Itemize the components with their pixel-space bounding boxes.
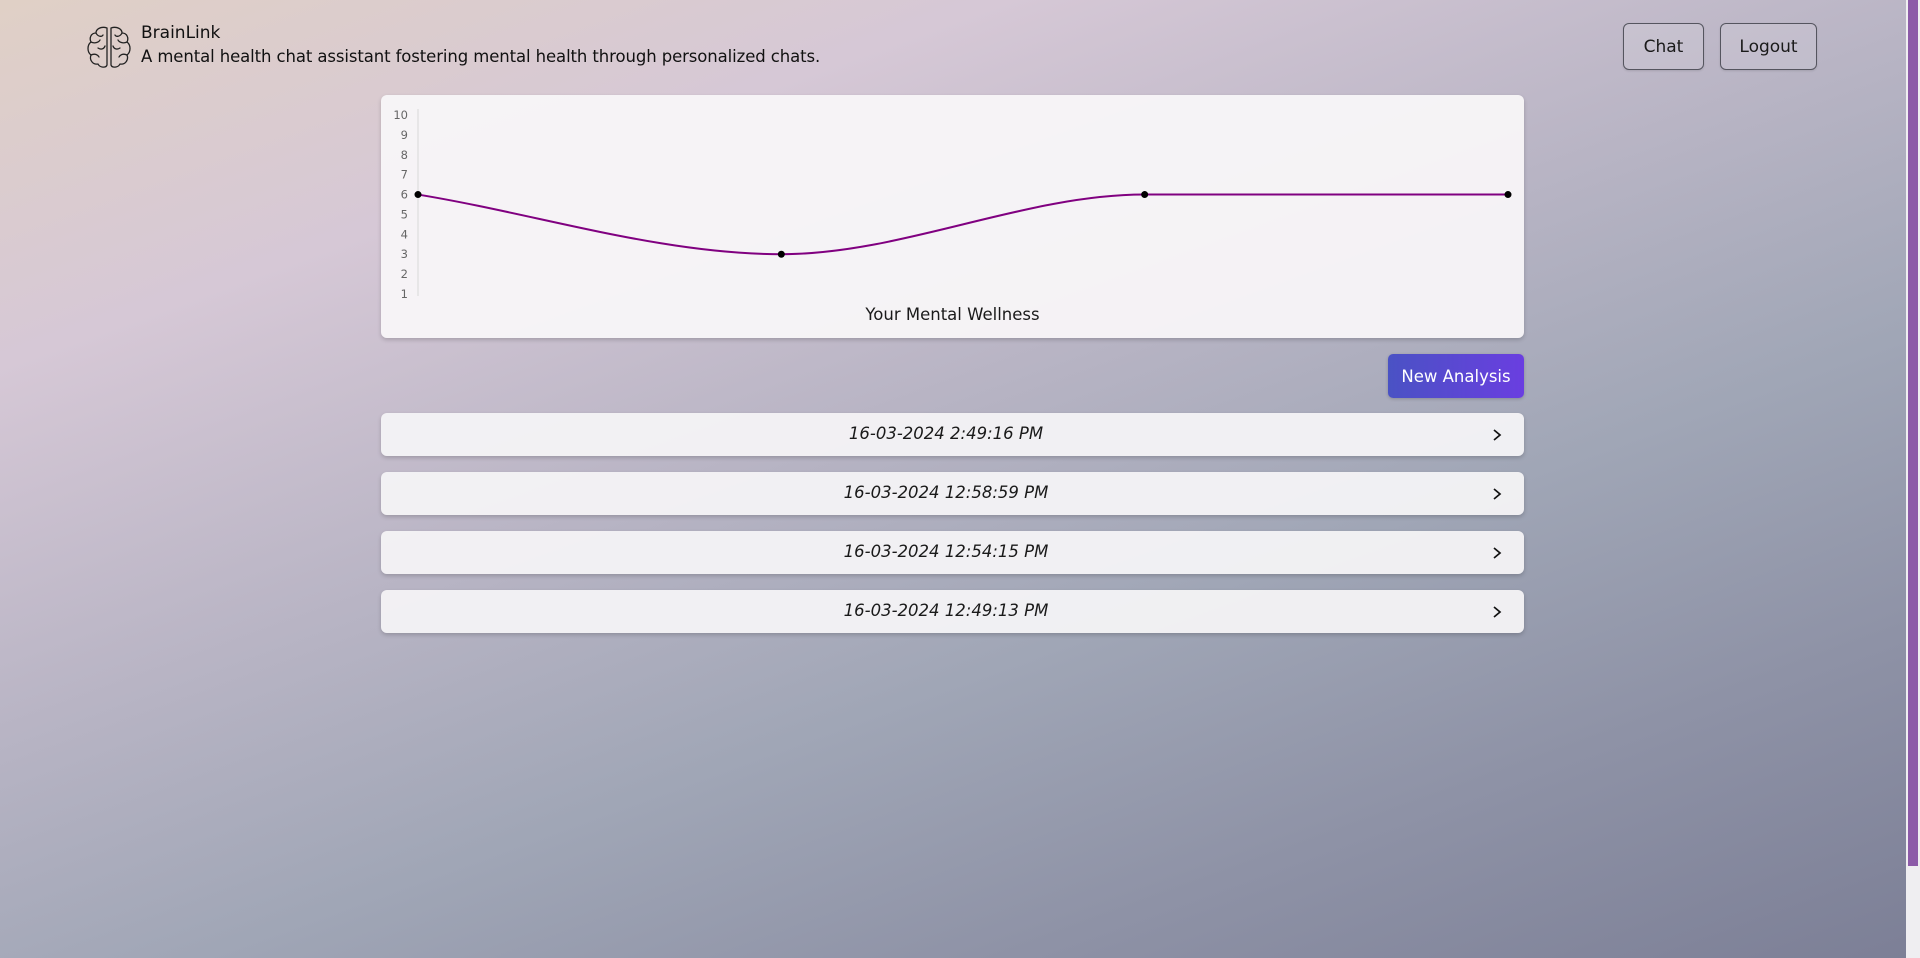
wellness-data-point[interactable]: [777, 250, 785, 258]
y-tick-label: 1: [401, 287, 408, 301]
session-date: 16-03-2024 12:49:13 PM: [843, 601, 1049, 620]
y-tick-label: 6: [401, 188, 408, 202]
wellness-chart-card: 1 2 3 4 5 6 7 8 9 10 Your Mental Wellness: [381, 95, 1524, 338]
session-item[interactable]: 16-03-2024 12:54:15 PM: [381, 531, 1524, 574]
chevron-right-icon: [1493, 606, 1502, 618]
wellness-chart: 1 2 3 4 5 6 7 8 9 10: [393, 108, 1512, 301]
new-analysis-button[interactable]: New Analysis: [1388, 354, 1524, 398]
y-tick-label: 3: [401, 247, 408, 261]
y-tick-label: 10: [393, 108, 408, 122]
chat-button[interactable]: Chat: [1623, 23, 1704, 70]
wellness-series-line: [417, 193, 1508, 256]
y-tick-label: 4: [401, 227, 408, 241]
y-tick-label: 9: [401, 128, 408, 142]
scrollbar-thumb[interactable]: [1908, 0, 1918, 866]
wellness-data-point[interactable]: [1504, 191, 1512, 199]
page-scrollbar[interactable]: [1906, 0, 1920, 958]
wellness-data-point[interactable]: [1141, 191, 1149, 199]
chart-title: Your Mental Wellness: [865, 305, 1040, 324]
session-item[interactable]: 16-03-2024 12:49:13 PM: [381, 590, 1524, 633]
session-item[interactable]: 16-03-2024 12:58:59 PM: [381, 472, 1524, 515]
app-header: BrainLink A mental health chat assistant…: [0, 0, 1906, 90]
y-tick-label: 7: [401, 168, 408, 182]
app-tagline: A mental health chat assistant fostering…: [141, 47, 821, 66]
app-title: BrainLink: [141, 23, 221, 43]
y-tick-label: 2: [401, 267, 408, 281]
session-list: 16-03-2024 2:49:16 PM 16-03-2024 12:58:5…: [381, 413, 1524, 649]
session-item[interactable]: 16-03-2024 2:49:16 PM: [381, 413, 1524, 456]
session-date: 16-03-2024 12:54:15 PM: [843, 542, 1049, 561]
brain-icon: [87, 26, 131, 68]
wellness-data-point[interactable]: [414, 191, 422, 199]
session-date: 16-03-2024 2:49:16 PM: [848, 424, 1044, 443]
y-tick-label: 8: [401, 148, 408, 162]
logout-button[interactable]: Logout: [1720, 23, 1817, 70]
chevron-right-icon: [1493, 488, 1502, 500]
chevron-right-icon: [1493, 429, 1502, 441]
y-tick-label: 5: [401, 207, 408, 221]
chevron-right-icon: [1493, 547, 1502, 559]
session-date: 16-03-2024 12:58:59 PM: [843, 483, 1049, 502]
